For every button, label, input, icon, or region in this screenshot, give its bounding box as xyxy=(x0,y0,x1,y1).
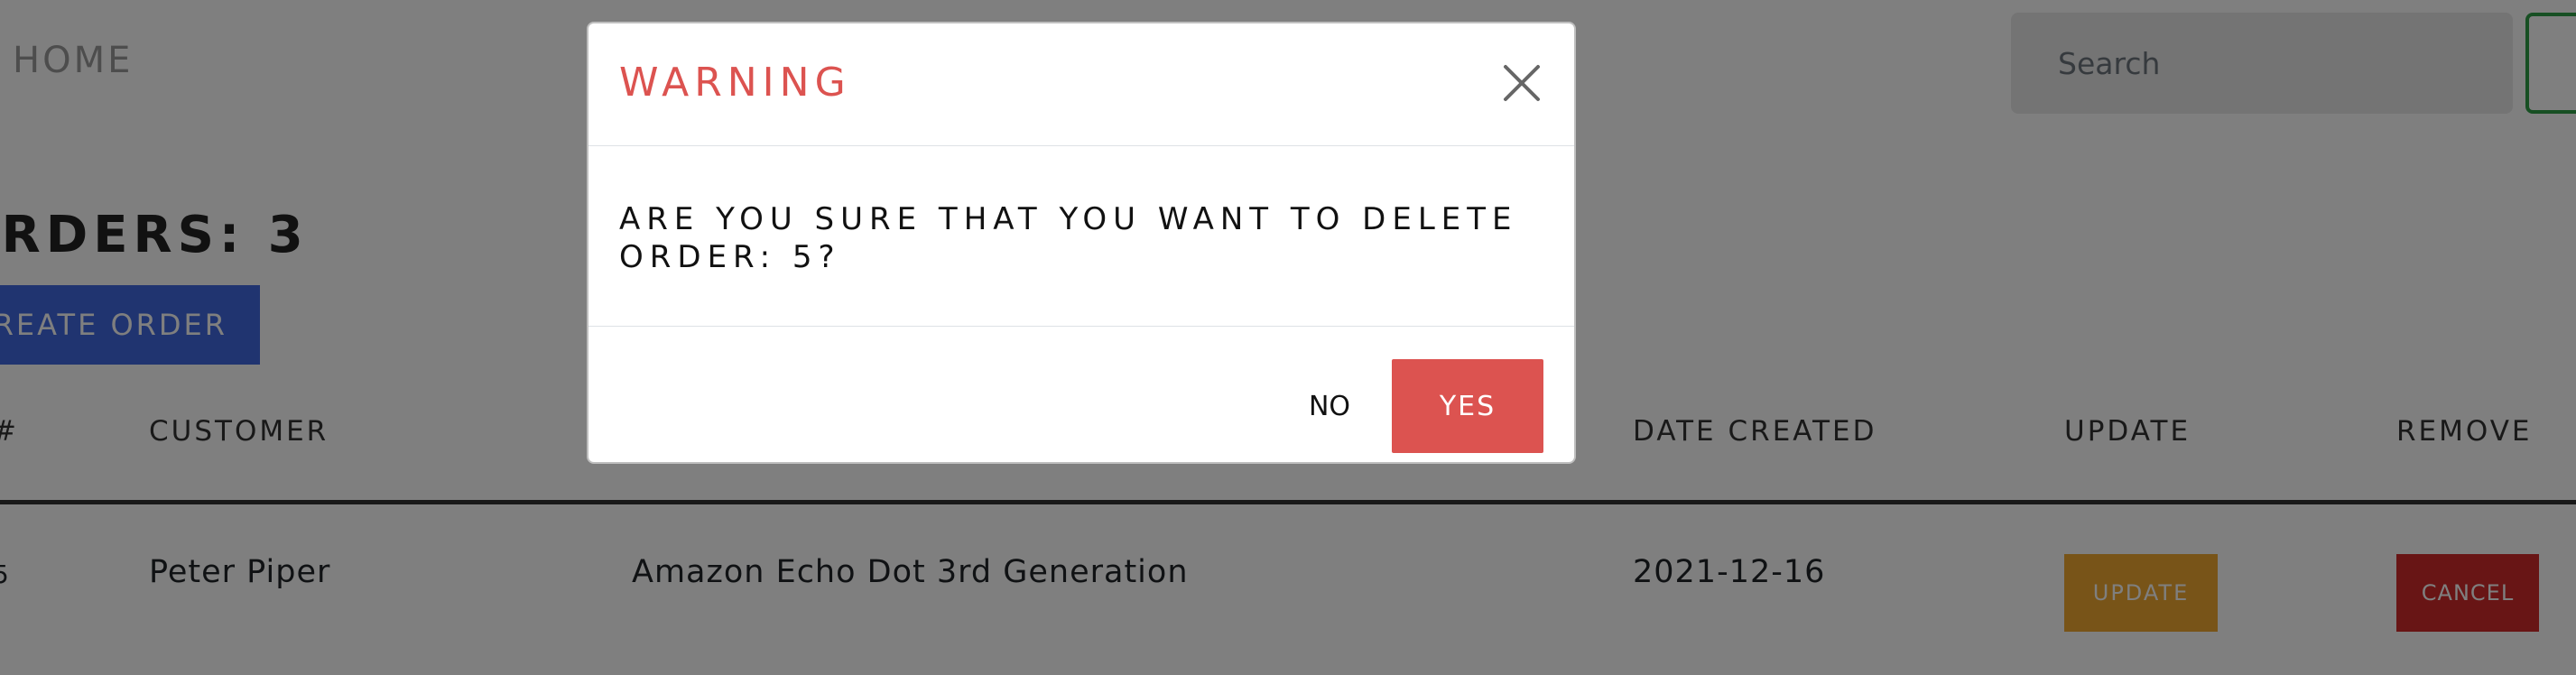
modal-header: WARNING xyxy=(588,23,1574,146)
modal-message: ARE YOU SURE THAT YOU WANT TO DELETE ORD… xyxy=(619,201,1518,275)
close-button[interactable] xyxy=(1500,61,1543,105)
delete-confirmation-modal: WARNING ARE YOU SURE THAT YOU WANT TO DE… xyxy=(587,22,1576,464)
modal-footer: NO YES xyxy=(588,327,1574,462)
no-button[interactable]: NO xyxy=(1262,359,1397,453)
modal-title: WARNING xyxy=(619,60,851,106)
page: HOME ORDERS: 3 CREATE ORDER # CUSTOMER D… xyxy=(0,0,2576,675)
yes-button[interactable]: YES xyxy=(1392,359,1543,453)
modal-body: ARE YOU SURE THAT YOU WANT TO DELETE ORD… xyxy=(588,146,1574,327)
close-icon xyxy=(1504,65,1540,101)
